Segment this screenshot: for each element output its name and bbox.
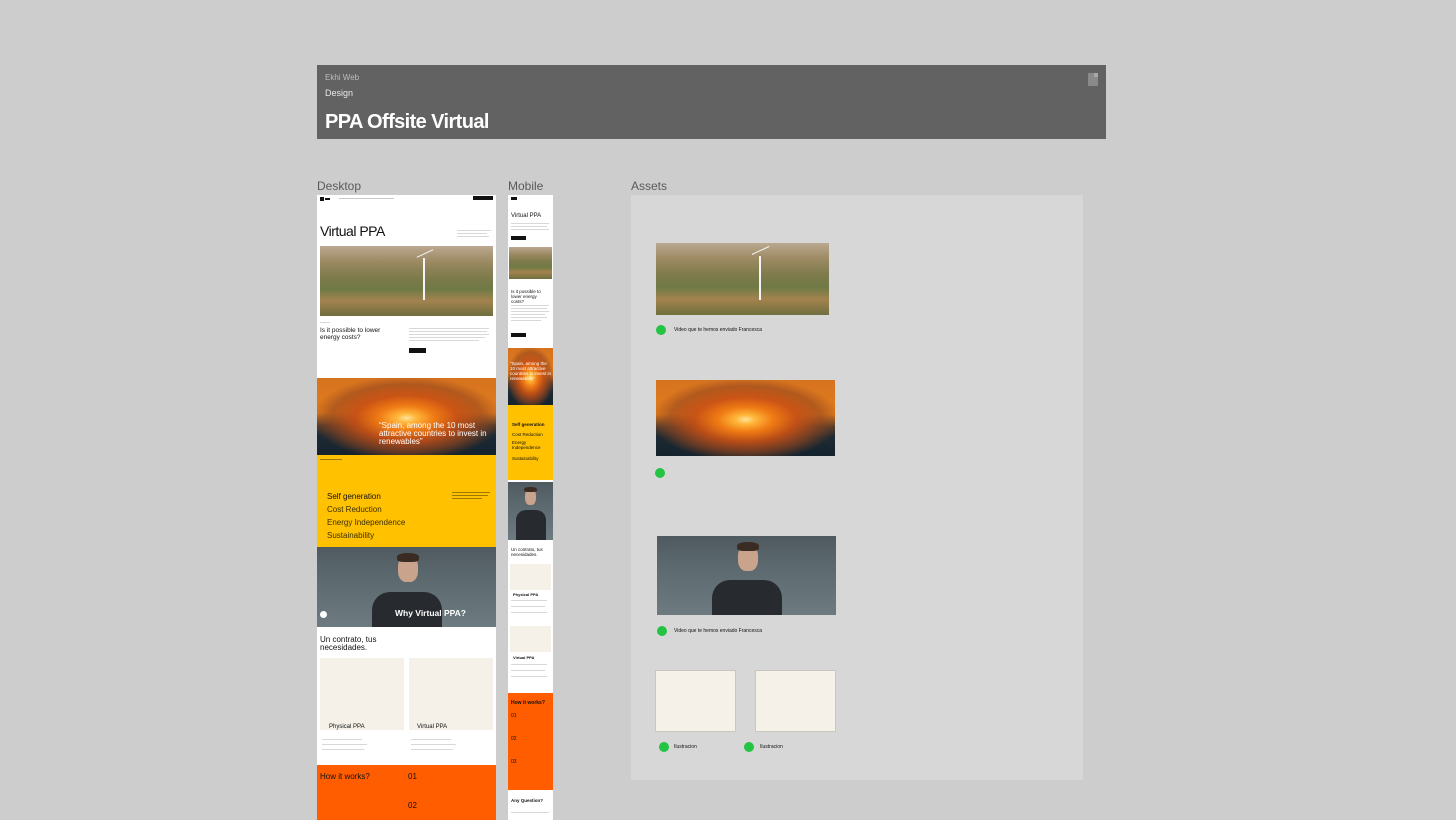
asset-caption: Video que te hemos enviado Francesca	[674, 628, 763, 634]
page-title: PPA Offsite Virtual	[325, 111, 489, 133]
step-number: 01	[511, 713, 517, 719]
ekhi-logo	[511, 197, 517, 200]
asset-illustration-virtual[interactable]	[755, 670, 836, 732]
intro-question: Is it possible to lower energy costs?	[320, 327, 381, 341]
how-it-works-title: How it works?	[320, 772, 370, 781]
quote-text: “Spain, among the 10 most attractive cou…	[379, 421, 487, 446]
asset-illustration-physical[interactable]	[655, 670, 736, 732]
mobile-physical-illustration	[510, 564, 551, 590]
asset-caption: Video que te hemos enviado Francesca	[674, 327, 763, 333]
asset-wind-turbine-image[interactable]	[656, 243, 829, 315]
quote-band: “Spain, among the 10 most attractive cou…	[317, 378, 496, 455]
status-dot	[744, 742, 754, 752]
mobile-benefits-list: Self generation Cost Reduction Energy In…	[512, 420, 546, 464]
benefits-list: Self generation Cost Reduction Energy In…	[327, 490, 405, 542]
status-dot	[657, 626, 667, 636]
hero-image	[320, 246, 493, 316]
frame-label-mobile[interactable]: Mobile	[508, 179, 543, 193]
file-header: Ekhi Web Design PPA Offsite Virtual	[317, 65, 1106, 139]
benefit-self-generation[interactable]: Self generation	[327, 490, 405, 503]
status-dot	[655, 468, 665, 478]
hero-title: Virtual PPA	[320, 223, 385, 239]
frame-label-desktop[interactable]: Desktop	[317, 179, 361, 193]
mobile-frame[interactable]: Virtual PPA Is it possible to lower ener…	[508, 195, 553, 820]
physical-ppa-illustration	[320, 658, 404, 730]
mobile-benefits-section: Self generation Cost Reduction Energy In…	[508, 405, 553, 480]
how-it-works-section: How it works? 01 02	[317, 765, 496, 820]
project-name[interactable]: Ekhi Web	[325, 73, 359, 82]
benefit-cost-reduction[interactable]: Cost Reduction	[327, 503, 405, 516]
mobile-how-it-works: How it works? 01 02 03	[508, 693, 553, 790]
mobile-quote-text: “Spain, among the 10 most attractive cou…	[510, 361, 552, 381]
mobile-contract-title: Un contrato, tus necesidades.	[511, 547, 543, 557]
desktop-frame[interactable]: Virtual PPA Is it possible to lower ener…	[317, 195, 496, 820]
step-number: 01	[408, 772, 417, 781]
video-section[interactable]: Why Virtual PPA?	[317, 547, 496, 627]
benefit-sustainability[interactable]: Sustainability	[512, 454, 546, 464]
intro-button[interactable]	[409, 348, 426, 353]
benefit-energy-independence[interactable]: Energy Independence	[512, 440, 546, 450]
asset-caption: Ilustracion	[674, 744, 697, 750]
mobile-faq-title: Any Question?	[511, 798, 544, 803]
benefits-section: Self generation Cost Reduction Energy In…	[317, 455, 496, 547]
mobile-video-section[interactable]	[508, 482, 553, 540]
video-title: Why Virtual PPA?	[395, 608, 467, 618]
asset-caption: Ilustracion	[760, 744, 783, 750]
asset-video-image[interactable]	[657, 536, 836, 615]
mobile-card-physical[interactable]: Physical PPA	[513, 592, 538, 597]
contract-title: Un contrato, tus necesidades.	[320, 635, 377, 652]
mobile-how-title: How it works?	[511, 700, 545, 706]
benefit-sustainability[interactable]: Sustainability	[327, 529, 405, 542]
mobile-quote-band: “Spain, among the 10 most attractive cou…	[508, 348, 553, 405]
mobile-hero-title: Virtual PPA	[511, 213, 542, 219]
status-dot	[659, 742, 669, 752]
mobile-cta-button[interactable]	[511, 236, 526, 240]
frame-label-assets[interactable]: Assets	[631, 179, 667, 193]
benefit-cost-reduction[interactable]: Cost Reduction	[512, 430, 546, 440]
asset-sunset-image[interactable]	[656, 380, 835, 456]
card-physical-ppa[interactable]: Physical PPA	[329, 724, 365, 730]
step-number: 02	[408, 801, 417, 810]
virtual-ppa-illustration	[409, 658, 493, 730]
mobile-virtual-illustration	[510, 626, 551, 652]
mobile-intro-button[interactable]	[511, 333, 526, 337]
assets-frame[interactable]: Video que te hemos enviado Francesca Vid…	[631, 195, 1083, 780]
nav-cta-button[interactable]	[473, 196, 493, 200]
document-icon[interactable]	[1088, 73, 1098, 86]
status-dot	[656, 325, 666, 335]
play-icon[interactable]	[320, 611, 327, 618]
mobile-question: Is it possible to lower energy costs?	[511, 289, 541, 304]
nav-links[interactable]	[339, 198, 394, 199]
benefit-self-generation[interactable]: Self generation	[512, 420, 546, 430]
card-virtual-ppa[interactable]: Virtual PPA	[417, 724, 447, 730]
ekhi-logo	[320, 197, 330, 201]
step-number: 03	[511, 759, 517, 765]
benefit-energy-independence[interactable]: Energy Independence	[327, 516, 405, 529]
mobile-card-virtual[interactable]: Virtual PPA	[513, 655, 534, 660]
mobile-hero-image	[509, 247, 552, 279]
page-section: Design	[325, 88, 354, 98]
step-number: 02	[511, 736, 517, 742]
